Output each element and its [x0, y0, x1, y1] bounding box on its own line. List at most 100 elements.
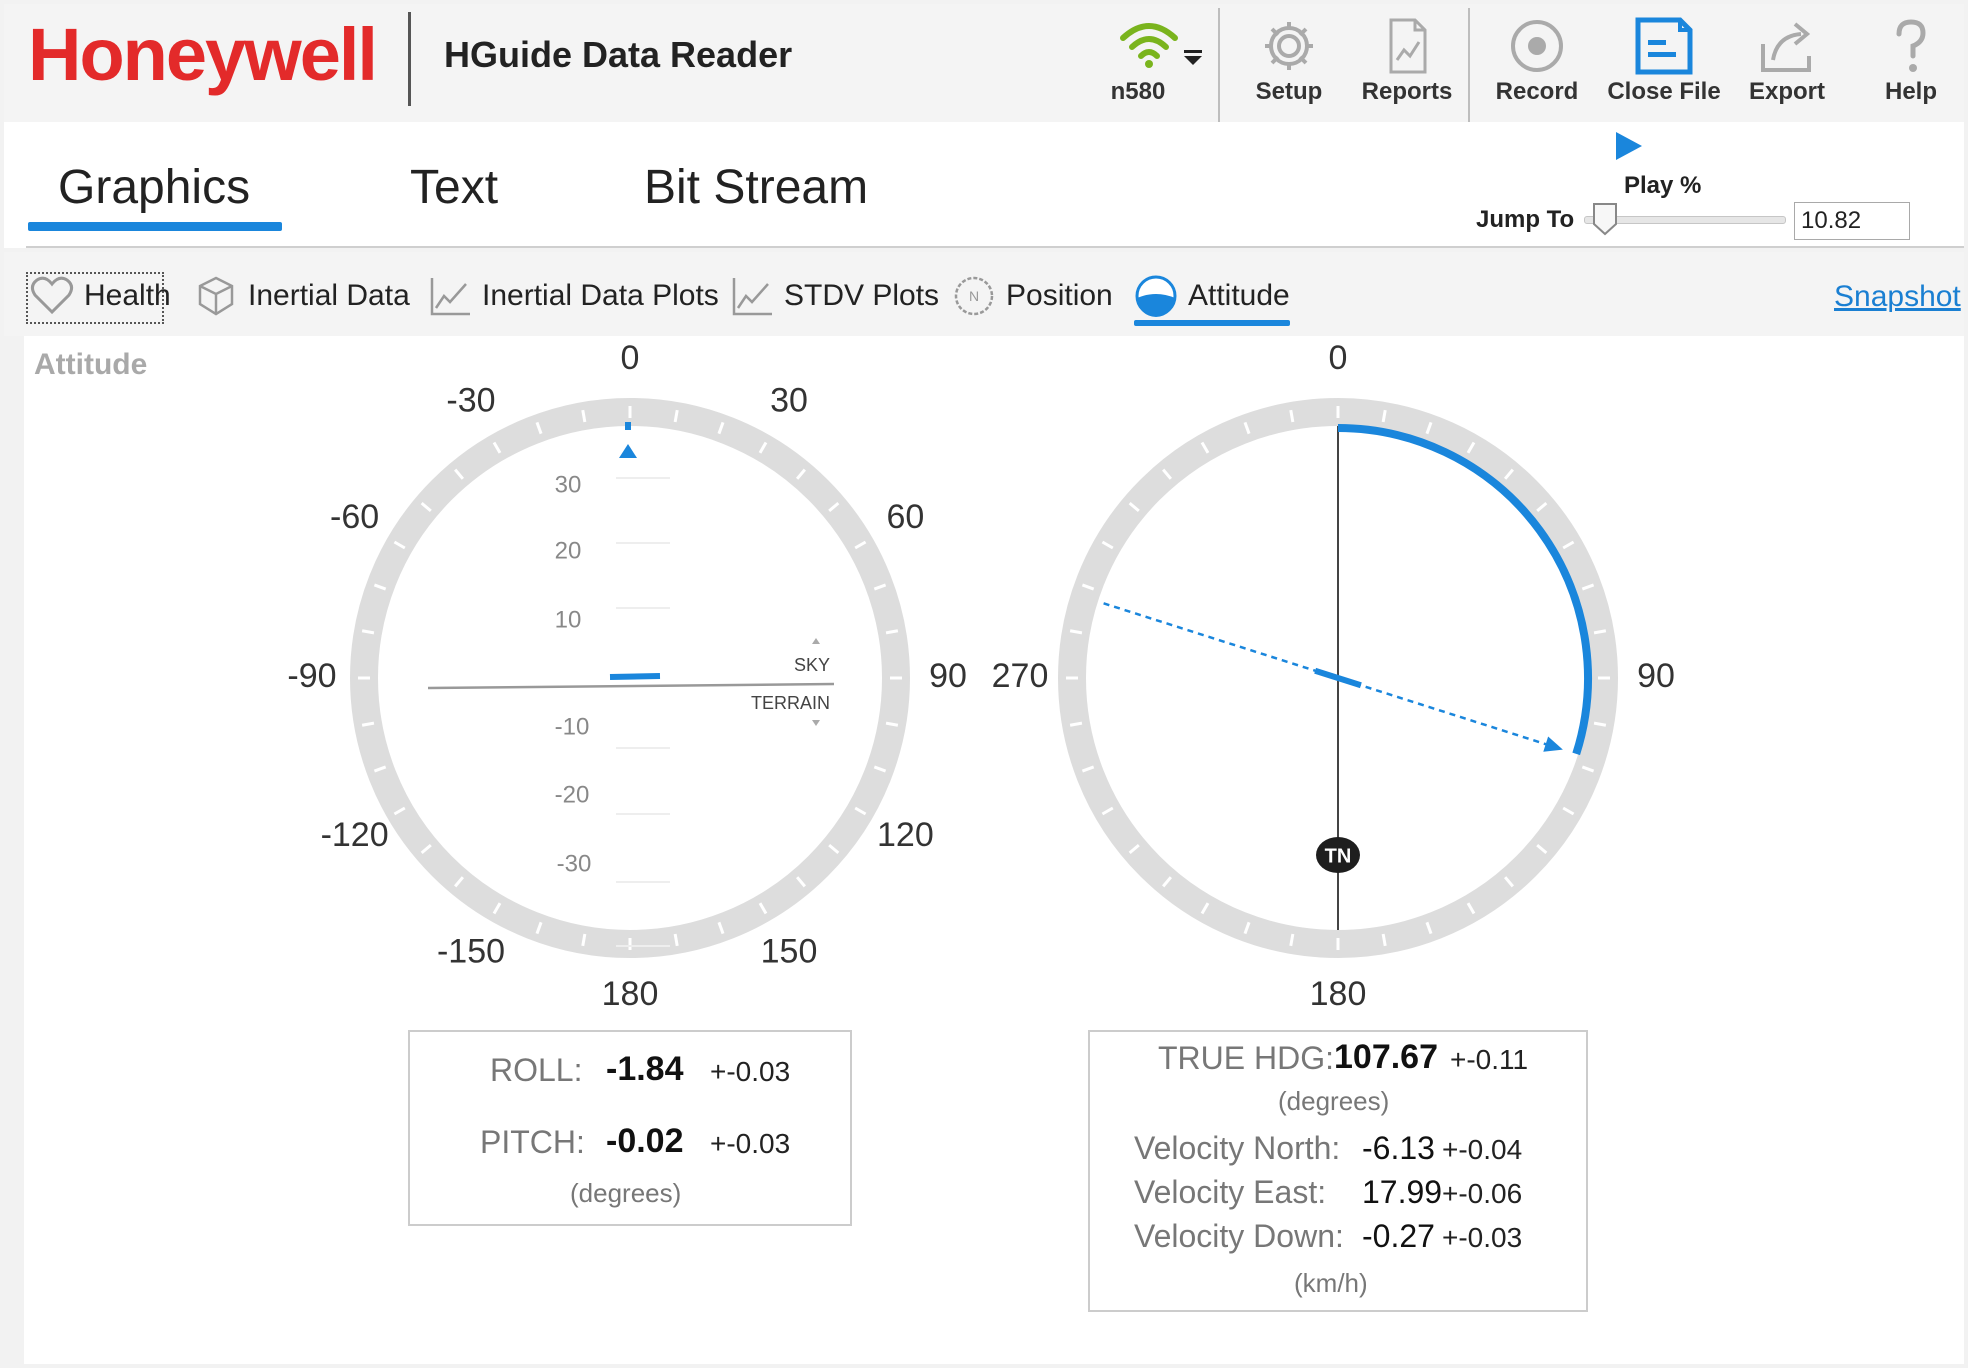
- sky-label: SKY: [794, 655, 830, 675]
- roll-pointer-icon: [619, 444, 637, 458]
- toolbar-separator: [1218, 8, 1220, 124]
- subtab-inertial-data[interactable]: Inertial Data: [194, 272, 410, 320]
- line-chart-icon: [430, 278, 470, 316]
- tab-bit-stream[interactable]: Bit Stream: [644, 160, 868, 215]
- close-file-button[interactable]: Close File: [1602, 12, 1726, 112]
- roll-label: 180: [602, 975, 659, 1013]
- terrain-label: TERRAIN: [751, 693, 830, 713]
- setup-button[interactable]: Setup: [1234, 12, 1344, 112]
- subtab-label: Inertial Data Plots: [482, 279, 719, 312]
- pitch-key: PITCH:: [480, 1124, 585, 1160]
- record-button[interactable]: Record: [1482, 12, 1592, 112]
- roll-label: 60: [886, 498, 924, 536]
- subtab-label: Health: [84, 279, 171, 312]
- roll-label: -150: [437, 932, 505, 970]
- svg-text:N: N: [969, 288, 979, 304]
- heart-icon: [30, 276, 74, 315]
- roll-label: 0: [621, 339, 640, 377]
- export-button[interactable]: Export: [1732, 12, 1842, 112]
- roll-label: -30: [446, 382, 495, 420]
- roll-label: -120: [321, 816, 389, 854]
- true-heading-std: +-0.11: [1450, 1044, 1529, 1075]
- terrain-arrow-icon: [812, 720, 820, 726]
- heading-indicator: 0 90 180 270 TN: [992, 339, 1675, 1013]
- record-label: Record: [1495, 78, 1579, 105]
- pitch-value: -0.02: [606, 1122, 684, 1160]
- roll-label: 150: [761, 932, 818, 970]
- tab-text[interactable]: Text: [410, 160, 498, 215]
- help-button[interactable]: Help: [1856, 12, 1966, 112]
- view-toolbar: Health Inertial Data Inertial Data Plots…: [4, 252, 1964, 336]
- dial-tick: [1593, 629, 1607, 635]
- jump-to-label: Jump To: [1476, 206, 1575, 233]
- subtab-label: Inertial Data: [248, 279, 410, 312]
- velocity-down-value: -0.27: [1362, 1218, 1435, 1254]
- dial-tick: [1069, 629, 1083, 635]
- roll-label: -60: [330, 498, 379, 536]
- brand-logo: Honeywell: [28, 13, 378, 96]
- dial-tick: [1381, 933, 1387, 947]
- roll-std: +-0.03: [710, 1056, 791, 1087]
- pitch-label: -30: [557, 850, 592, 877]
- velocity-north-std: +-0.04: [1442, 1134, 1523, 1165]
- dial-tick: [581, 933, 587, 947]
- velocity-east-key: Velocity East:: [1134, 1174, 1327, 1210]
- line-chart-icon: [732, 278, 772, 316]
- subtab-position[interactable]: N Position: [952, 272, 1113, 320]
- roll-label: 90: [929, 657, 967, 695]
- subtab-stdv-plots[interactable]: STDV Plots: [730, 272, 939, 320]
- subtab-attitude[interactable]: Attitude: [1134, 272, 1290, 320]
- play-icon[interactable]: [1608, 128, 1648, 164]
- roll-value: -1.84: [606, 1050, 684, 1088]
- app-title: HGuide Data Reader: [444, 34, 793, 75]
- heading-label: 270: [992, 657, 1049, 695]
- play-percent-label: Play %: [1624, 172, 1702, 199]
- toolbar-separator: [1468, 8, 1470, 124]
- help-label: Help: [1884, 78, 1937, 105]
- pitch-label: 10: [555, 606, 582, 633]
- app-header: Honeywell HGuide Data Reader n580 Setup: [4, 4, 1966, 124]
- pitch-std: +-0.03: [710, 1128, 791, 1159]
- dial-tick: [673, 933, 679, 947]
- attitude-view: Attitude 0 30 60 90 120 150 180 -150 -12…: [24, 336, 1964, 1364]
- heading-velocity-panel: TRUE HDG: 107.67 +-0.11 (degrees) Veloci…: [1088, 1030, 1588, 1312]
- export-label: Export: [1748, 78, 1825, 105]
- subtab-label: Position: [1006, 279, 1113, 312]
- heading-label: 0: [1329, 339, 1348, 377]
- dial-tick: [673, 409, 679, 423]
- velocity-down-key: Velocity Down:: [1134, 1218, 1344, 1254]
- tab-graphics[interactable]: Graphics: [58, 160, 250, 215]
- dial-tick: [361, 721, 375, 727]
- active-subtab-indicator: [1134, 320, 1290, 326]
- horizon-line: [427, 682, 835, 690]
- heading-label: 90: [1637, 657, 1675, 695]
- report-icon: [1389, 18, 1427, 74]
- wifi-signal-icon: [1120, 23, 1178, 68]
- subtab-label: Attitude: [1188, 279, 1290, 312]
- tabs-divider: [26, 246, 1964, 248]
- setup-label: Setup: [1255, 78, 1323, 105]
- roll-label: 120: [877, 816, 934, 854]
- roll-key: ROLL:: [490, 1052, 583, 1088]
- roll-pitch-panel: ROLL: -1.84 +-0.03 PITCH: -0.02 +-0.03 (…: [408, 1030, 852, 1226]
- header-divider: [408, 12, 411, 106]
- close-file-label: Close File: [1607, 78, 1721, 105]
- slider-thumb[interactable]: [1592, 202, 1618, 236]
- reports-button[interactable]: Reports: [1352, 12, 1462, 112]
- velocity-north-key: Velocity North:: [1134, 1130, 1341, 1166]
- roll-label: -90: [287, 657, 336, 695]
- jump-to-input[interactable]: [1794, 202, 1910, 240]
- main-tabs: Graphics Text Bit Stream Play % Jump To: [4, 122, 1964, 248]
- snapshot-link[interactable]: Snapshot: [1834, 280, 1961, 314]
- pitch-ladder-labels: 30 20 10 -10 -20 -30: [555, 471, 592, 877]
- subtab-inertial-data-plots[interactable]: Inertial Data Plots: [428, 272, 719, 320]
- attitude-icon: [1135, 275, 1177, 317]
- velocity-east-value: 17.99: [1362, 1174, 1443, 1210]
- record-icon: [1511, 20, 1563, 72]
- true-heading-key: TRUE HDG:: [1158, 1040, 1334, 1076]
- roll-label: 30: [770, 382, 808, 420]
- subtab-health[interactable]: Health: [30, 272, 171, 320]
- chevron-down-icon[interactable]: [1182, 48, 1204, 66]
- pitch-label: 20: [555, 537, 582, 564]
- velocity-north-value: -6.13: [1362, 1130, 1435, 1166]
